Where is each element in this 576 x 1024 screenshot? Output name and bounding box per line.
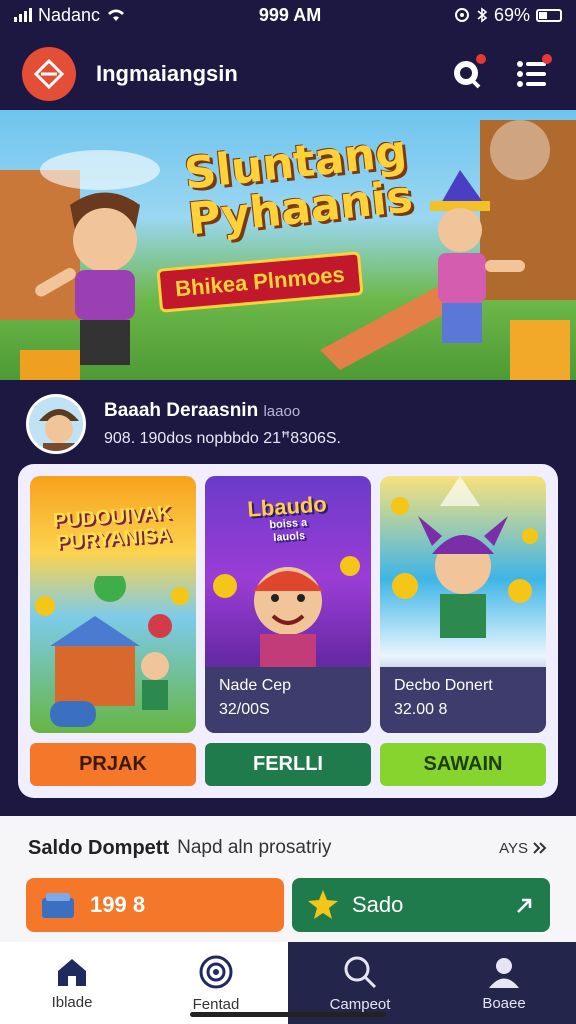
game-card[interactable]: Decbo Donert 32.00 8 SAWAIN: [380, 476, 546, 786]
chevron-right-icon: [533, 842, 547, 854]
wallet-note: Napd aln prosatriy: [177, 837, 332, 858]
balance-value: 199 8: [90, 892, 146, 917]
status-bar: Nadanc 999 AM 69%: [0, 0, 576, 30]
signal-icon: [14, 8, 32, 22]
promo-banner[interactable]: Sluntang Pyhaanis Bhikea Plnmoes: [0, 110, 576, 380]
home-icon: [58, 958, 86, 986]
play-button[interactable]: FERLLI: [205, 742, 371, 786]
wallet-section: Saldo Dompett Napd aln prosatriy AYS 199…: [0, 816, 576, 942]
menu-icon: [517, 61, 546, 87]
location-icon: [454, 8, 469, 22]
wallet-icon: [42, 893, 74, 918]
app-title: Ingmaiangsin: [96, 61, 238, 86]
nav-item-profile[interactable]: Boaee: [432, 942, 576, 1024]
bluetooth-icon: [477, 7, 488, 23]
wifi-icon: [108, 9, 125, 21]
notification-dot: [476, 54, 486, 64]
notification-dot: [542, 54, 552, 64]
game-card[interactable]: Lbaudo boiss a Iauols Nade Cep 32/00S FE…: [205, 476, 371, 786]
home-indicator: [190, 1012, 386, 1017]
carrier-name: Nadanc: [38, 4, 101, 25]
menu-button[interactable]: [510, 52, 554, 96]
game-title: Lbaudo boiss a Iauols: [246, 491, 328, 545]
game-art[interactable]: Decbo Donert 32.00 8: [380, 476, 546, 733]
game-card[interactable]: PUDOUIVAK PURYANISA PRJAK: [30, 476, 196, 786]
profile-details: 908. 190dos nopbbdo 21ꟸ8306S.: [104, 430, 341, 447]
game-art[interactable]: Lbaudo boiss a Iauols Nade Cep 32/00S: [205, 476, 371, 733]
game-info: Nade Cep 32/00S: [205, 666, 371, 733]
wallet-title: Saldo Dompett: [28, 836, 170, 859]
game-info: Decbo Donert 32.00 8: [380, 666, 546, 733]
globe-icon: [199, 955, 233, 988]
play-button[interactable]: PRJAK: [30, 742, 196, 786]
app-header: Ingmaiangsin: [0, 38, 576, 110]
profile-row[interactable]: Baaah Deraasnin laaoo 908. 190dos nopbbd…: [26, 392, 556, 456]
nav-item-home[interactable]: Iblade: [0, 942, 144, 1024]
play-button[interactable]: SAWAIN: [380, 742, 546, 786]
saldo-label: Sado: [352, 892, 404, 917]
avatar[interactable]: [26, 394, 86, 454]
battery-icon: [536, 8, 562, 22]
status-time: 999 AM: [258, 4, 322, 25]
logo-icon[interactable]: [22, 47, 76, 101]
battery-percent: 69%: [493, 4, 530, 25]
games-panel: PUDOUIVAK PURYANISA PRJAK Lbaudo boiss a…: [18, 464, 558, 798]
profile-name: Baaah Deraasnin laaoo: [104, 400, 301, 421]
balance-button[interactable]: 199 8: [26, 878, 284, 932]
profile-icon: [489, 957, 519, 988]
game-art[interactable]: PUDOUIVAK PURYANISA: [30, 476, 196, 733]
search-icon: [344, 956, 377, 988]
chat-button[interactable]: [444, 52, 488, 96]
saldo-button[interactable]: Sado: [292, 878, 550, 932]
see-all-link[interactable]: AYS: [499, 840, 548, 857]
arrow-icon: [517, 898, 532, 913]
star-icon: [308, 890, 338, 919]
game-title: PUDOUIVAK PURYANISA: [52, 501, 173, 554]
